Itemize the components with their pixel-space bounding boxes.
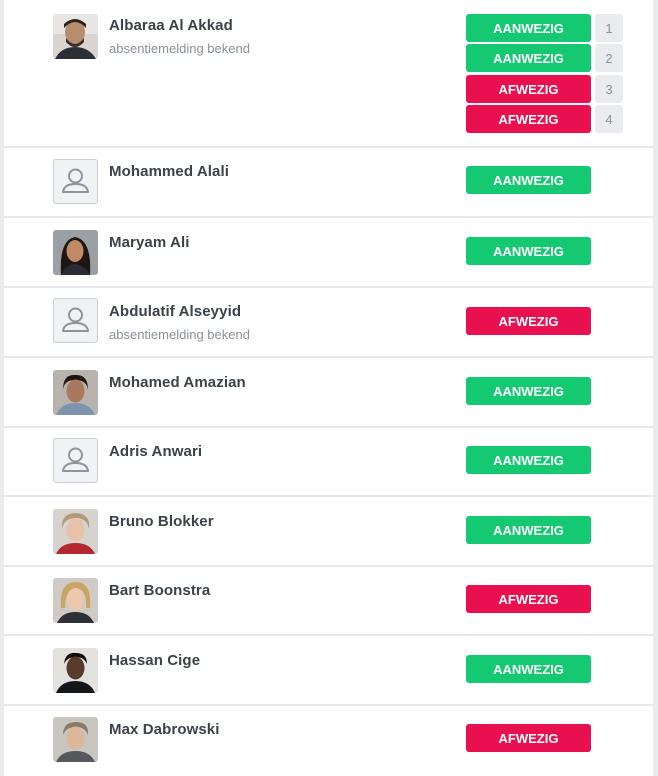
student-row: Mohamed Amazian AANWEZIG	[4, 358, 653, 428]
status-button[interactable]: AFWEZIG	[466, 724, 591, 752]
student-name[interactable]: Abdulatif Alseyyid	[109, 303, 241, 320]
student-name[interactable]: Mohamed Amazian	[109, 374, 246, 391]
student-row: Mohammed Alali AANWEZIG	[4, 148, 653, 218]
student-avatar	[53, 370, 98, 415]
status-button-period-1[interactable]: AANWEZIG	[466, 14, 591, 42]
student-row: Bruno Blokker AANWEZIG	[4, 497, 653, 567]
status-button[interactable]: AANWEZIG	[466, 237, 591, 265]
student-name[interactable]: Maryam Ali	[109, 234, 189, 251]
student-name[interactable]: Bart Boonstra	[109, 582, 210, 599]
user-silhouette-icon	[53, 298, 98, 343]
status-button[interactable]: AFWEZIG	[466, 585, 591, 613]
student-list: Albaraa Al Akkad absentiemelding bekend …	[4, 0, 653, 776]
student-avatar	[53, 509, 98, 554]
status-button[interactable]: AANWEZIG	[466, 377, 591, 405]
student-name[interactable]: Hassan Cige	[109, 652, 200, 669]
absence-note: absentiemelding bekend	[109, 327, 250, 342]
student-row: Albaraa Al Akkad absentiemelding bekend …	[4, 0, 653, 148]
student-row: Maryam Ali AANWEZIG	[4, 218, 653, 288]
user-silhouette-icon	[53, 438, 98, 483]
status-button[interactable]: AANWEZIG	[466, 655, 591, 683]
status-button[interactable]: AANWEZIG	[466, 166, 591, 194]
student-name[interactable]: Max Dabrowski	[109, 721, 220, 738]
student-row: Max Dabrowski AFWEZIG	[4, 706, 653, 776]
student-name[interactable]: Adris Anwari	[109, 443, 202, 460]
student-avatar	[53, 230, 98, 275]
period-number: 3	[595, 75, 623, 103]
student-avatar	[53, 578, 98, 623]
student-avatar	[53, 717, 98, 762]
absence-note: absentiemelding bekend	[109, 41, 250, 56]
student-row: Abdulatif Alseyyid absentiemelding beken…	[4, 288, 653, 358]
period-number: 2	[595, 44, 623, 72]
student-name[interactable]: Albaraa Al Akkad	[109, 17, 233, 34]
student-name[interactable]: Mohammed Alali	[109, 163, 229, 180]
status-button-period-3[interactable]: AFWEZIG	[466, 75, 591, 103]
status-button[interactable]: AANWEZIG	[466, 446, 591, 474]
status-button[interactable]: AFWEZIG	[466, 307, 591, 335]
status-button-period-4[interactable]: AFWEZIG	[466, 105, 591, 133]
period-number: 1	[595, 14, 623, 42]
student-avatar	[53, 14, 98, 59]
user-silhouette-icon	[53, 159, 98, 204]
student-avatar	[53, 648, 98, 693]
student-row: Bart Boonstra AFWEZIG	[4, 567, 653, 636]
status-button-period-2[interactable]: AANWEZIG	[466, 44, 591, 72]
student-row: Adris Anwari AANWEZIG	[4, 428, 653, 497]
status-button[interactable]: AANWEZIG	[466, 516, 591, 544]
student-row: Hassan Cige AANWEZIG	[4, 636, 653, 706]
period-number: 4	[595, 105, 623, 133]
student-name[interactable]: Bruno Blokker	[109, 513, 214, 530]
